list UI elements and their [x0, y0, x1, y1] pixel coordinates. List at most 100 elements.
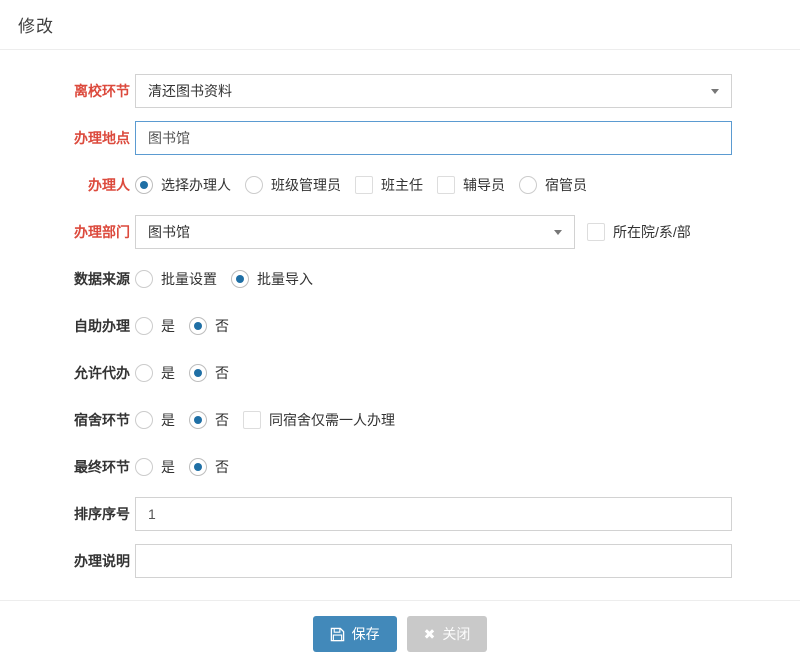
- allow-proxy-option-label: 是: [161, 363, 175, 383]
- handle-department-select-value: 图书馆: [148, 222, 190, 242]
- field-data-source: 批量设置 批量导入: [135, 269, 732, 289]
- handle-note-input[interactable]: [135, 544, 732, 578]
- form-rows: 离校环节清还图书资料办理地点办理人选择办理人班级管理员班主任辅导员宿管员办理部门…: [0, 50, 800, 578]
- close-x-icon: ✖: [424, 627, 436, 641]
- handler-option-2[interactable]: 班主任: [355, 175, 423, 195]
- self-service-option-0[interactable]: 是: [135, 316, 175, 336]
- form-row-sort-number: 排序序号: [18, 497, 732, 531]
- dorm-step-option-label: 否: [215, 410, 229, 430]
- allow-proxy-option-label: 否: [215, 363, 229, 383]
- handle-location-input[interactable]: [135, 121, 732, 155]
- final-step-option-1[interactable]: 否: [189, 457, 229, 477]
- close-button-label: 关闭: [442, 624, 470, 644]
- data-source-options: 批量设置 批量导入: [135, 269, 313, 289]
- handler-option-3[interactable]: 辅导员: [437, 175, 505, 195]
- final-step-option-label: 否: [215, 457, 229, 477]
- handler-option-label: 宿管员: [545, 175, 587, 195]
- radio-checked-icon: [135, 176, 153, 194]
- data-source-option-label: 批量导入: [257, 269, 313, 289]
- radio-checked-icon: [189, 317, 207, 335]
- final-step-options: 是否: [135, 457, 229, 477]
- field-label-handler: 办理人: [18, 175, 130, 195]
- handler-option-4[interactable]: 宿管员: [519, 175, 587, 195]
- chevron-down-icon: [554, 230, 562, 235]
- radio-unchecked-icon: [519, 176, 537, 194]
- data-source-option-0[interactable]: 批量设置: [135, 269, 217, 289]
- form-row-dorm-step: 宿舍环节 是 否 同宿舍仅需一人办理: [18, 403, 732, 437]
- dorm-step-option-label: 是: [161, 410, 175, 430]
- field-label-dorm-step: 宿舍环节: [18, 410, 130, 430]
- dorm-step-option-0[interactable]: 是: [135, 410, 175, 430]
- handle-department-option-extra[interactable]: 所在院/系/部: [587, 222, 691, 242]
- field-handle-department: 图书馆 所在院/系/部: [135, 215, 732, 249]
- modal: 修改 离校环节清还图书资料办理地点办理人选择办理人班级管理员班主任辅导员宿管员办…: [0, 0, 800, 652]
- radio-unchecked-icon: [245, 176, 263, 194]
- field-self-service: 是否: [135, 316, 732, 336]
- self-service-option-1[interactable]: 否: [189, 316, 229, 336]
- radio-checked-icon: [189, 411, 207, 429]
- handler-option-label: 班主任: [381, 175, 423, 195]
- self-service-option-label: 否: [215, 316, 229, 336]
- checkbox-unchecked-icon: [243, 411, 261, 429]
- field-label-handle-note: 办理说明: [18, 551, 130, 571]
- page-title: 修改: [18, 12, 54, 37]
- dorm-step-option-label: 同宿舍仅需一人办理: [269, 410, 395, 430]
- field-handle-note: [135, 544, 732, 578]
- form-row-handle-department: 办理部门图书馆 所在院/系/部: [18, 215, 732, 249]
- field-handler: 选择办理人 班级管理员 班主任 辅导员 宿管员: [135, 175, 732, 195]
- sort-number-input[interactable]: [135, 497, 732, 531]
- checkbox-unchecked-icon: [587, 223, 605, 241]
- close-button[interactable]: ✖ 关闭: [407, 616, 488, 652]
- modal-header: 修改: [0, 0, 800, 50]
- handle-department-option-label: 所在院/系/部: [613, 222, 691, 242]
- handler-option-label: 班级管理员: [271, 175, 341, 195]
- data-source-option-1[interactable]: 批量导入: [231, 269, 313, 289]
- dorm-step-option-2[interactable]: 同宿舍仅需一人办理: [243, 410, 395, 430]
- radio-checked-icon: [231, 270, 249, 288]
- field-dorm-step: 是 否 同宿舍仅需一人办理: [135, 410, 732, 430]
- radio-checked-icon: [189, 458, 207, 476]
- handler-option-label: 选择办理人: [161, 175, 231, 195]
- radio-unchecked-icon: [135, 458, 153, 476]
- field-sort-number: [135, 497, 732, 531]
- form-row-final-step: 最终环节是否: [18, 450, 732, 484]
- self-service-options: 是否: [135, 316, 229, 336]
- handle-department-select[interactable]: 图书馆: [135, 215, 575, 249]
- allow-proxy-option-0[interactable]: 是: [135, 363, 175, 383]
- radio-unchecked-icon: [135, 364, 153, 382]
- allow-proxy-options: 是否: [135, 363, 229, 383]
- field-label-self-service: 自助办理: [18, 316, 130, 336]
- radio-checked-icon: [189, 364, 207, 382]
- chevron-down-icon: [711, 89, 719, 94]
- form-row-handle-location: 办理地点: [18, 121, 732, 155]
- self-service-option-label: 是: [161, 316, 175, 336]
- dorm-step-options: 是 否 同宿舍仅需一人办理: [135, 410, 395, 430]
- leave-step-select[interactable]: 清还图书资料: [135, 74, 732, 108]
- floppy-disk-icon: [330, 627, 345, 642]
- field-label-sort-number: 排序序号: [18, 504, 130, 524]
- checkbox-unchecked-icon: [355, 176, 373, 194]
- form-row-data-source: 数据来源 批量设置 批量导入: [18, 262, 732, 296]
- handler-option-label: 辅导员: [463, 175, 505, 195]
- save-button-label: 保存: [352, 624, 380, 644]
- handler-option-1[interactable]: 班级管理员: [245, 175, 341, 195]
- radio-unchecked-icon: [135, 270, 153, 288]
- allow-proxy-option-1[interactable]: 否: [189, 363, 229, 383]
- field-label-allow-proxy: 允许代办: [18, 363, 130, 383]
- field-label-handle-department: 办理部门: [18, 222, 130, 242]
- handler-option-0[interactable]: 选择办理人: [135, 175, 231, 195]
- field-handle-location: [135, 121, 732, 155]
- save-button[interactable]: 保存: [313, 616, 397, 652]
- dorm-step-option-1[interactable]: 否: [189, 410, 229, 430]
- field-final-step: 是否: [135, 457, 732, 477]
- checkbox-unchecked-icon: [437, 176, 455, 194]
- form-row-handler: 办理人 选择办理人 班级管理员 班主任 辅导员 宿管员: [18, 168, 732, 202]
- final-step-option-0[interactable]: 是: [135, 457, 175, 477]
- radio-unchecked-icon: [135, 317, 153, 335]
- field-allow-proxy: 是否: [135, 363, 732, 383]
- field-label-data-source: 数据来源: [18, 269, 130, 289]
- field-label-leave-step: 离校环节: [18, 81, 130, 101]
- data-source-option-label: 批量设置: [161, 269, 217, 289]
- form-row-allow-proxy: 允许代办是否: [18, 356, 732, 390]
- form-row-leave-step: 离校环节清还图书资料: [18, 74, 732, 108]
